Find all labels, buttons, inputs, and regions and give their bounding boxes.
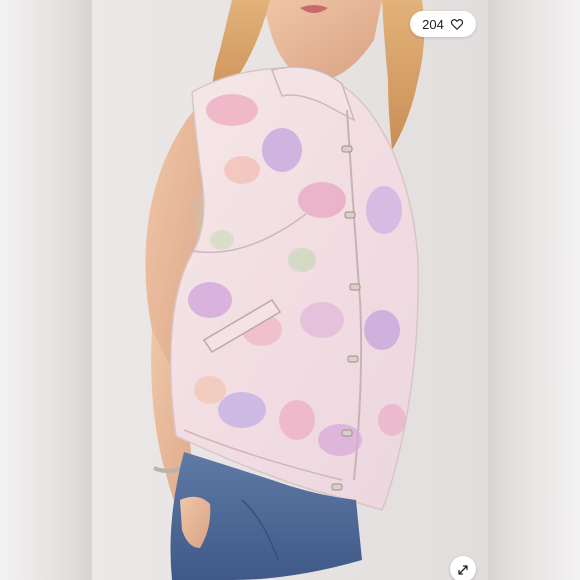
like-button[interactable]: 204 bbox=[410, 11, 476, 37]
product-photo-illustration bbox=[92, 0, 488, 580]
expand-arrows-icon bbox=[457, 563, 469, 575]
left-blur-panel bbox=[0, 0, 92, 580]
expand-image-button[interactable] bbox=[450, 556, 476, 580]
listing-image-viewer: 204 bbox=[0, 0, 580, 580]
product-photo[interactable] bbox=[92, 0, 488, 580]
likes-count: 204 bbox=[422, 16, 444, 32]
heart-outline-icon bbox=[450, 17, 464, 31]
right-blur-panel bbox=[488, 0, 580, 580]
